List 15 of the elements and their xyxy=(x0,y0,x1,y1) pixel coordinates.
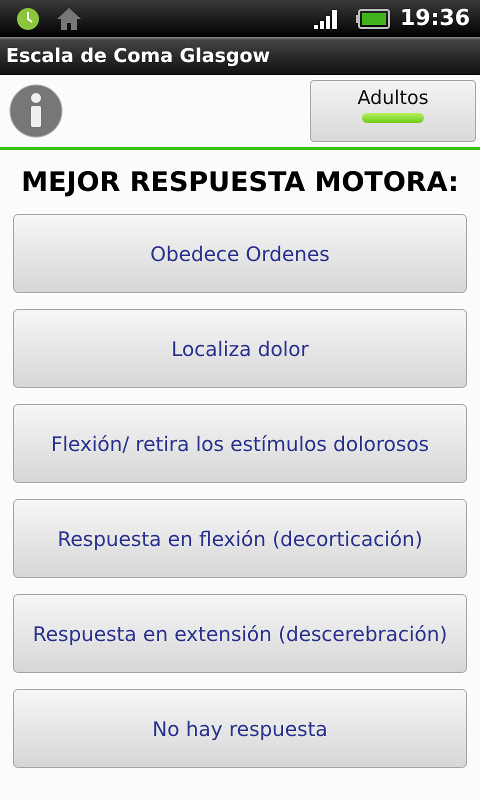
option-button[interactable]: Obedece Ordenes xyxy=(13,214,467,293)
option-button[interactable]: Respuesta en flexión (decorticación) xyxy=(13,499,467,578)
clock-icon xyxy=(16,6,40,30)
signal-icon xyxy=(314,8,340,28)
option-button[interactable]: Flexión/ retira los estímulos dolorosos xyxy=(13,404,467,483)
info-icon[interactable] xyxy=(9,84,63,138)
toggle-button[interactable]: Adultos xyxy=(310,80,476,142)
home-icon xyxy=(56,6,82,30)
option-button[interactable]: Localiza dolor xyxy=(13,309,467,388)
option-button[interactable]: Respuesta en extensión (descerebración) xyxy=(13,594,467,673)
option-button[interactable]: No hay respuesta xyxy=(13,689,467,768)
window-title: Escala de Coma Glasgow xyxy=(6,45,270,67)
battery-icon xyxy=(356,8,390,28)
status-time: 19:36 xyxy=(400,6,470,31)
section-heading: MEJOR RESPUESTA MOTORA: xyxy=(20,166,460,200)
